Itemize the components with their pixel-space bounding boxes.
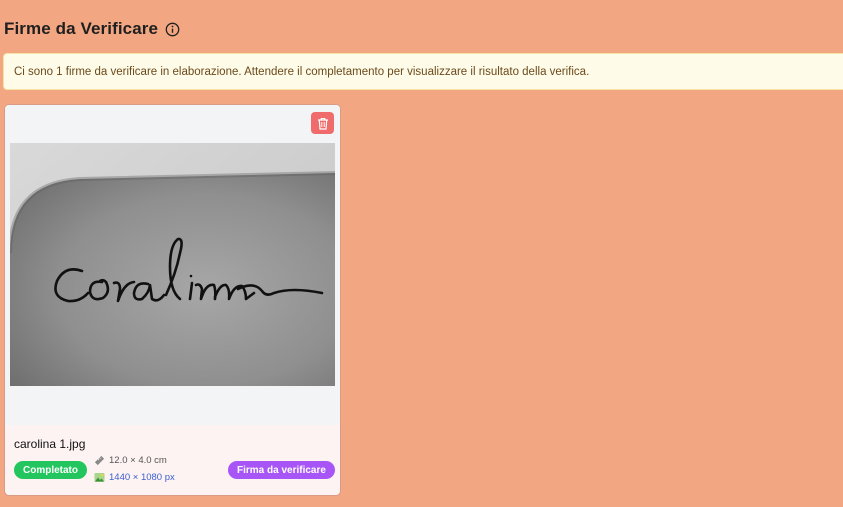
- delete-button[interactable]: [311, 112, 334, 134]
- dimensions-info: 12.0 × 4.0 cm: [94, 455, 167, 466]
- signature-image: [10, 143, 335, 386]
- pixel-size-info: 1440 × 1080 px: [94, 472, 175, 483]
- signature-type-badge: Firma da verificare: [228, 461, 335, 479]
- page-header: Firme da Verificare: [4, 19, 180, 39]
- ruler-icon: [94, 455, 105, 466]
- alert-message: Ci sono 1 firme da verificare in elabora…: [14, 65, 590, 78]
- dimensions-value: 12.0 × 4.0 cm: [109, 455, 167, 466]
- signature-preview: [5, 105, 340, 425]
- trash-icon: [317, 117, 328, 130]
- signature-filename: carolina 1.jpg: [14, 437, 86, 451]
- info-circle-icon[interactable]: [165, 22, 180, 37]
- image-icon: [94, 472, 105, 483]
- page-title: Firme da Verificare: [4, 19, 159, 38]
- status-badge: Completato: [14, 461, 87, 479]
- signature-card[interactable]: carolina 1.jpg Completato 12.0 × 4.0 cm …: [4, 104, 341, 496]
- processing-alert: Ci sono 1 firme da verificare in elabora…: [3, 53, 843, 90]
- pixel-size-value: 1440 × 1080 px: [109, 472, 175, 483]
